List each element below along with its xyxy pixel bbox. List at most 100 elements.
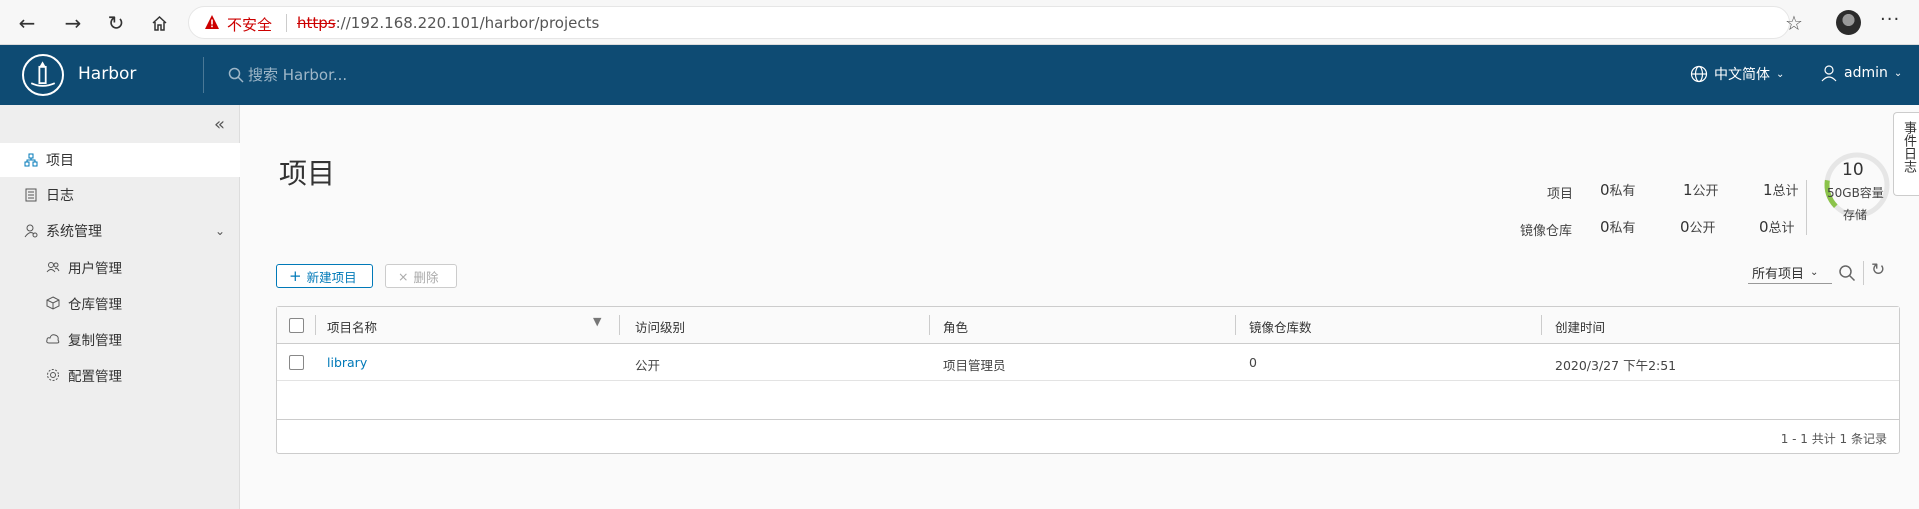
filter-icon[interactable]: ▼: [593, 315, 601, 328]
project-name-link[interactable]: library: [327, 355, 367, 370]
sidebar-item-label: 复制管理: [68, 333, 122, 349]
delete-label: 删除: [413, 269, 439, 285]
table-footer: 1 - 1 共计 1 条记录: [277, 419, 1899, 454]
quota-label: 存储: [1843, 208, 1868, 222]
pagination-summary: 1 - 1 共计 1 条记录: [1780, 432, 1887, 446]
access-level: 公开: [635, 358, 661, 373]
sidebar: « 项目 日志 系统管理 ⌄ 用户管理 仓库管理 复制管理 配置管理: [0, 105, 240, 509]
stat-projects-total: 1总计: [1763, 180, 1799, 199]
user-icon: [1821, 65, 1837, 82]
url-scheme: https: [297, 14, 336, 32]
row-checkbox[interactable]: [289, 355, 304, 370]
stats-repos-label: 镜像仓库: [1520, 224, 1573, 239]
sidebar-item-replication[interactable]: 复制管理: [0, 322, 240, 356]
quota-value: 10: [1842, 160, 1864, 180]
column-divider: [1235, 315, 1236, 335]
stat-value: 0: [1759, 218, 1769, 236]
event-log-label: 事件日志: [1901, 121, 1916, 173]
column-header-created[interactable]: 创建时间: [1555, 317, 1605, 336]
global-search[interactable]: 搜索 Harbor...: [228, 64, 347, 85]
search-icon: [228, 67, 244, 83]
header-divider: [203, 57, 204, 93]
stat-unit: 私有: [1609, 184, 1636, 199]
sidebar-item-users[interactable]: 用户管理: [0, 250, 240, 284]
sidebar-item-admin[interactable]: 系统管理 ⌄: [0, 214, 240, 248]
profile-avatar[interactable]: [1836, 10, 1861, 35]
address-bar[interactable]: 不安全 https://192.168.220.101/harbor/proje…: [188, 6, 1790, 39]
back-icon[interactable]: ←: [14, 10, 40, 36]
refresh-icon[interactable]: ↻: [103, 10, 129, 36]
column-divider: [619, 315, 620, 335]
harbor-logo-icon[interactable]: [22, 54, 64, 96]
favorite-star-icon[interactable]: ☆: [1785, 11, 1803, 35]
search-placeholder: 搜索 Harbor...: [248, 66, 348, 84]
stat-value: 1: [1683, 181, 1693, 199]
chevron-down-icon: ⌄: [1776, 68, 1785, 80]
search-icon[interactable]: [1838, 264, 1856, 282]
sidebar-item-label: 用户管理: [68, 261, 122, 277]
column-divider: [1541, 315, 1542, 335]
stats-projects-label: 项目: [1547, 187, 1574, 202]
app-header: Harbor 搜索 Harbor... 中文简体 ⌄ admin ⌄: [0, 45, 1919, 105]
address-divider: [286, 14, 287, 32]
stat-unit: 公开: [1689, 221, 1716, 236]
table-row[interactable]: library 公开 项目管理员 0 2020/3/27 下午2:51: [277, 344, 1899, 381]
chevron-down-icon[interactable]: ⌄: [215, 224, 225, 238]
collapse-sidebar-icon[interactable]: «: [214, 114, 225, 135]
column-header-repo-count[interactable]: 镜像仓库数: [1249, 317, 1312, 336]
brand-name[interactable]: Harbor: [78, 64, 136, 84]
sidebar-item-logs[interactable]: 日志: [0, 178, 240, 212]
event-log-tab[interactable]: 事件日志: [1893, 112, 1919, 196]
insecure-label: 不安全: [227, 16, 273, 34]
select-all-checkbox[interactable]: [289, 318, 304, 333]
new-project-label: 新建项目: [306, 269, 357, 285]
sidebar-item-config[interactable]: 配置管理: [0, 358, 240, 392]
stat-repos-private: 0私有: [1600, 217, 1636, 236]
user-menu[interactable]: admin ⌄: [1820, 64, 1902, 82]
stat-projects-public: 1公开: [1683, 180, 1719, 199]
language-selector[interactable]: 中文简体 ⌄: [1690, 64, 1784, 84]
projects-table: 项目名称 ▼ 访问级别 角色 镜像仓库数 创建时间 library 公开 项目管…: [276, 306, 1900, 454]
delete-button[interactable]: × 删除: [385, 264, 457, 288]
refresh-icon[interactable]: ↻: [1871, 260, 1885, 280]
sidebar-item-label: 项目: [46, 153, 74, 169]
toolbar-divider: [1863, 261, 1864, 285]
log-icon: [25, 188, 37, 202]
projects-icon: [24, 153, 38, 167]
stats-divider: [1806, 180, 1807, 235]
forward-icon[interactable]: →: [60, 10, 86, 36]
more-icon[interactable]: ···: [1880, 9, 1900, 30]
url-text: https://192.168.220.101/harbor/projects: [297, 14, 599, 32]
globe-icon: [1690, 65, 1708, 83]
url-path: ://192.168.220.101/harbor/projects: [335, 14, 600, 32]
home-icon[interactable]: [146, 10, 172, 36]
users-icon: [46, 262, 60, 273]
registry-icon: [46, 296, 60, 310]
chevron-down-icon: ⌄: [1810, 267, 1819, 278]
stat-projects-private: 0私有: [1600, 180, 1636, 199]
column-header-access[interactable]: 访问级别: [635, 317, 685, 336]
admin-icon: [24, 224, 38, 238]
user-name: admin: [1844, 65, 1888, 81]
sidebar-item-label: 系统管理: [46, 224, 102, 240]
chevron-down-icon: ⌄: [1893, 67, 1903, 79]
sidebar-item-projects[interactable]: 项目: [0, 143, 240, 177]
stat-unit: 总计: [1772, 184, 1799, 199]
repo-count: 0: [1249, 355, 1257, 370]
column-header-role[interactable]: 角色: [943, 317, 968, 336]
table-header: 项目名称 ▼ 访问级别 角色 镜像仓库数 创建时间: [277, 307, 1899, 344]
replication-icon: [46, 334, 60, 344]
close-icon: ×: [398, 268, 409, 284]
sidebar-item-label: 配置管理: [68, 369, 122, 385]
stat-value: 1: [1763, 181, 1773, 199]
sidebar-item-registries[interactable]: 仓库管理: [0, 286, 240, 320]
new-project-button[interactable]: + 新建项目: [276, 264, 373, 288]
column-header-name[interactable]: 项目名称: [327, 317, 377, 336]
stat-unit: 公开: [1692, 184, 1719, 199]
sidebar-item-label: 仓库管理: [68, 297, 122, 313]
browser-toolbar: ← → ↻ 不安全 https://192.168.220.101/harbor…: [0, 0, 1919, 45]
project-filter-select[interactable]: 所有项目 ⌄: [1748, 262, 1832, 284]
column-divider: [315, 315, 316, 335]
role: 项目管理员: [943, 358, 1006, 373]
warning-icon: [205, 15, 219, 29]
